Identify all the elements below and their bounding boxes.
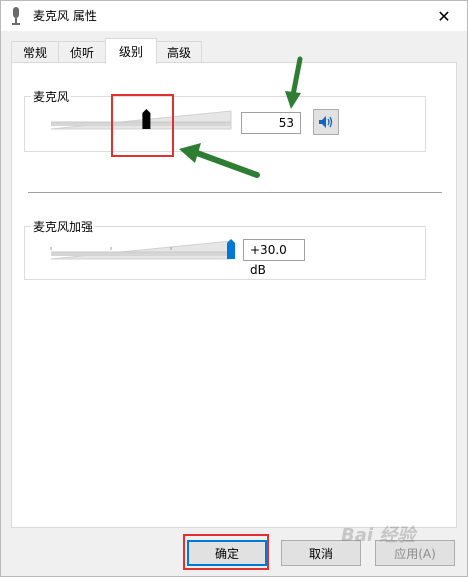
title-bar: 麦克风 属性 ✕ xyxy=(1,1,467,31)
tab-label: 常规 xyxy=(22,46,47,60)
tab-panel: 麦克风 53 麦克风加强 +30.0 dB xyxy=(11,62,457,528)
microphone-level-field[interactable]: 53 xyxy=(241,112,301,134)
microphone-icon xyxy=(12,7,20,25)
microphone-boost-label: 麦克风加强 xyxy=(31,218,96,235)
dialog-window: 麦克风 属性 ✕ 常规 侦听 级别 高级 麦克风 53 麦克风加强 +30.0 … xyxy=(0,0,468,577)
microphone-boost-group: 麦克风加强 +30.0 dB xyxy=(24,218,426,280)
mute-toggle-button[interactable] xyxy=(313,109,339,135)
microphone-boost-slider[interactable] xyxy=(49,237,239,261)
microphone-boost-field[interactable]: +30.0 dB xyxy=(243,239,305,277)
tab-general[interactable]: 常规 xyxy=(11,41,59,63)
tab-advanced[interactable]: 高级 xyxy=(156,41,202,63)
microphone-boost-value: +30.0 dB xyxy=(250,243,287,277)
tab-levels[interactable]: 级别 xyxy=(105,38,157,64)
microphone-boost-slider-thumb[interactable] xyxy=(227,239,235,259)
microphone-level-value: 53 xyxy=(278,116,294,130)
cancel-button-label: 取消 xyxy=(308,546,333,561)
close-button[interactable]: ✕ xyxy=(421,1,467,31)
apply-button-label: 应用(A) xyxy=(394,546,436,561)
microphone-group: 麦克风 53 xyxy=(24,88,426,152)
close-icon: ✕ xyxy=(437,6,451,26)
window-title: 麦克风 属性 xyxy=(33,9,97,23)
speaker-icon xyxy=(319,116,333,128)
tab-label: 级别 xyxy=(118,45,143,59)
microphone-label: 麦克风 xyxy=(31,88,72,105)
section-divider xyxy=(28,192,442,193)
watermark: Bai 经验 xyxy=(341,525,416,546)
annotation-highlight-box xyxy=(111,94,174,157)
tab-listen[interactable]: 侦听 xyxy=(58,41,106,63)
tab-label: 侦听 xyxy=(69,46,94,60)
annotation-highlight-box xyxy=(183,534,269,570)
tab-label: 高级 xyxy=(166,46,191,60)
